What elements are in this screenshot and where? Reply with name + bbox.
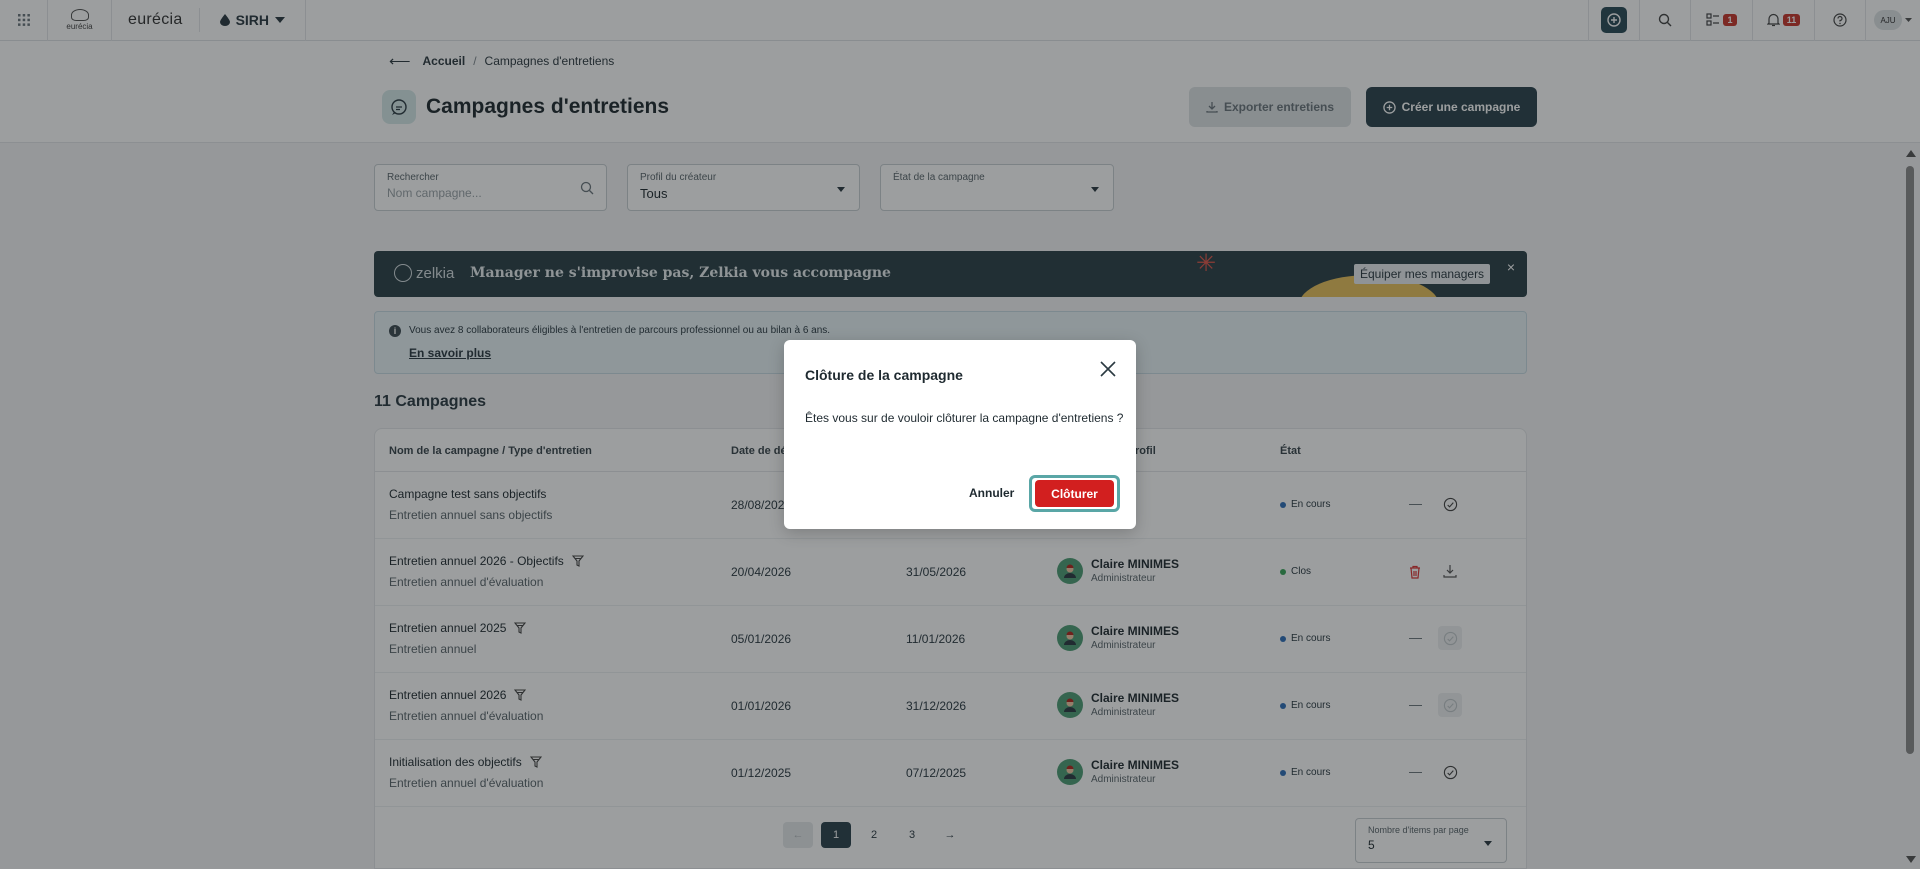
close-campaign-dialog: Clôture de la campagne Êtes vous sur de … <box>784 340 1136 529</box>
cancel-button[interactable]: Annuler <box>969 486 1014 500</box>
close-icon[interactable] <box>1098 359 1118 379</box>
confirm-close-button[interactable]: Clôturer <box>1035 480 1114 507</box>
dialog-message: Êtes vous sur de vouloir clôturer la cam… <box>805 411 1124 425</box>
dialog-title: Clôture de la campagne <box>805 367 963 383</box>
confirm-focus-ring: Clôturer <box>1029 475 1120 512</box>
